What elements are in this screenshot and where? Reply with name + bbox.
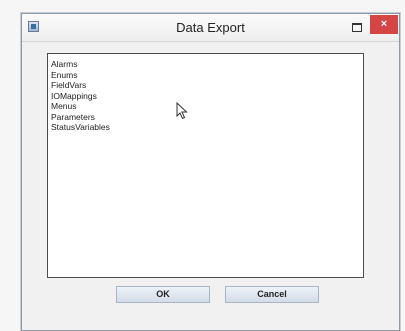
list-item-menus[interactable]: Menus [51, 101, 363, 112]
data-type-list[interactable]: Alarms Enums FieldVars IOMappings Menus … [47, 53, 364, 278]
data-export-dialog: Data Export × Alarms Enums FieldVars IOM… [21, 13, 400, 331]
ok-button[interactable]: OK [116, 286, 210, 303]
cancel-button[interactable]: Cancel [225, 286, 319, 303]
list-item-alarms[interactable]: Alarms [51, 59, 363, 70]
list-item-fieldvars[interactable]: FieldVars [51, 80, 363, 91]
list-item-parameters[interactable]: Parameters [51, 112, 363, 123]
close-icon: × [380, 18, 388, 30]
restore-button[interactable] [349, 20, 364, 35]
title-bar[interactable]: Data Export × [22, 14, 399, 42]
dialog-title: Data Export [176, 20, 245, 35]
list-item-enums[interactable]: Enums [51, 70, 363, 81]
list-item-statusvariables[interactable]: StatusVariables [51, 122, 363, 133]
cursor-icon [176, 102, 188, 120]
list-item-iomappings[interactable]: IOMappings [51, 91, 363, 102]
close-button[interactable]: × [370, 15, 398, 34]
